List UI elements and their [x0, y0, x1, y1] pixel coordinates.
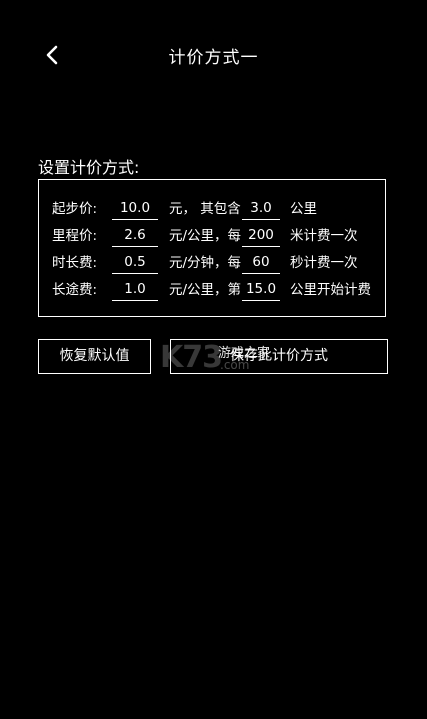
row-unit-text: 公里开始计费	[290, 282, 371, 298]
restore-defaults-button[interactable]: 恢复默认值	[38, 339, 151, 374]
base-distance-input[interactable]: 3.0	[242, 198, 280, 220]
time-interval-input[interactable]: 60	[242, 252, 280, 274]
row-unit-text: 元/公里，每	[169, 228, 242, 244]
row-label: 长途费:	[52, 282, 98, 298]
row-unit-text: 元/分钟，每	[169, 255, 242, 271]
pricing-settings-box: 起步价: 10.0 元， 其包含 3.0 公里 里程价: 2.6 元/公里，每 …	[38, 179, 386, 317]
long-distance-start-input[interactable]: 15.0	[242, 279, 280, 301]
long-distance-price-input[interactable]: 1.0	[112, 279, 158, 301]
row-label: 时长费:	[52, 255, 98, 271]
save-pricing-button[interactable]: 保存此计价方式	[170, 339, 388, 374]
section-label: 设置计价方式:	[38, 158, 140, 177]
row-unit-text: 秒计费一次	[290, 255, 358, 271]
page-title: 计价方式一	[168, 48, 259, 68]
row-unit-text: 元/公里，第	[169, 282, 242, 298]
row-label: 里程价:	[52, 228, 98, 244]
top-bar: 计价方式一	[0, 0, 427, 110]
mileage-interval-input[interactable]: 200	[242, 225, 280, 247]
row-unit-text: 米计费一次	[290, 228, 358, 244]
mileage-price-input[interactable]: 2.6	[112, 225, 158, 247]
base-fare-input[interactable]: 10.0	[112, 198, 158, 220]
row-unit-text: 元， 其包含	[169, 201, 241, 217]
row-label: 起步价:	[52, 201, 98, 217]
row-unit-text: 公里	[290, 201, 317, 217]
time-price-input[interactable]: 0.5	[112, 252, 158, 274]
